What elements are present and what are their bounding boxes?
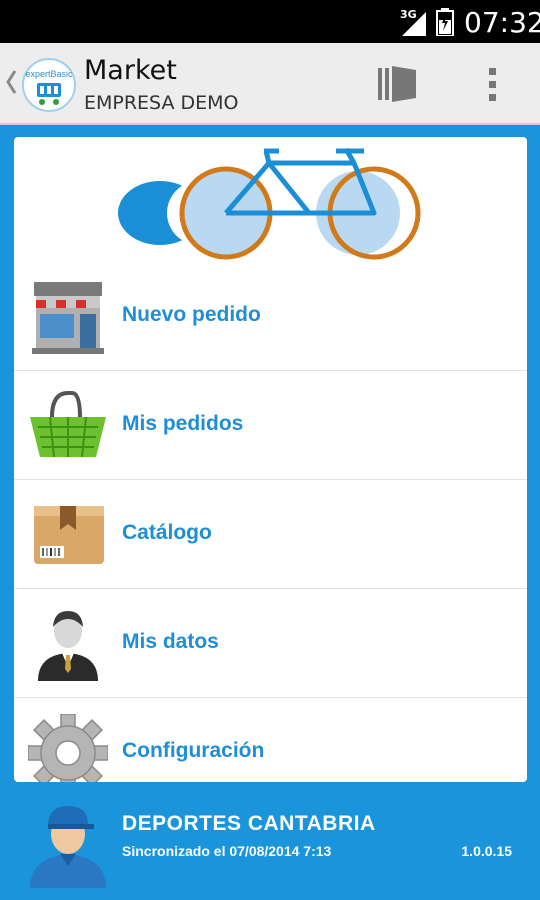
gear-icon bbox=[28, 714, 108, 782]
menu-item-label: Catálogo bbox=[122, 521, 212, 544]
box-icon bbox=[34, 506, 104, 564]
app-version: 1.0.0.15 bbox=[461, 843, 512, 859]
user-suit-icon bbox=[38, 611, 98, 681]
sync-status: Sincronizado el 07/08/2014 7:13 bbox=[122, 843, 332, 859]
company-name: DEPORTES CANTABRIA bbox=[122, 812, 376, 835]
clock: 07:32 bbox=[464, 6, 540, 39]
menu-item-label: Configuración bbox=[122, 739, 265, 762]
network-type: 3G bbox=[400, 8, 417, 21]
storefront-icon bbox=[32, 282, 104, 354]
app-title: Market bbox=[84, 55, 177, 86]
bicycle-banner-icon bbox=[118, 147, 421, 260]
panel-toggle-icon bbox=[378, 66, 416, 102]
user-footer: DEPORTES CANTABRIA Sincronizado el 07/08… bbox=[0, 782, 540, 900]
menu-item-catalogo[interactable]: Catálogo bbox=[14, 480, 527, 589]
overflow-menu-button[interactable] bbox=[476, 59, 508, 109]
status-bar: 3G 07:32 bbox=[0, 0, 540, 43]
app-logo-icon[interactable]: expertBasic bbox=[20, 57, 78, 113]
panel-toggle-button[interactable] bbox=[370, 59, 424, 109]
user-avatar-icon bbox=[30, 806, 106, 888]
menu-item-label: Mis datos bbox=[122, 630, 219, 653]
menu-list: Nuevo pedido Mis pedidos Catálogo Mis da… bbox=[14, 262, 527, 782]
menu-item-nuevo-pedido[interactable]: Nuevo pedido bbox=[14, 262, 527, 371]
basket-icon bbox=[30, 391, 106, 458]
menu-item-mis-pedidos[interactable]: Mis pedidos bbox=[14, 371, 527, 480]
menu-item-label: Mis pedidos bbox=[122, 412, 244, 435]
back-chevron-icon[interactable] bbox=[4, 67, 18, 97]
battery-icon bbox=[436, 8, 454, 36]
overflow-menu-icon bbox=[489, 68, 496, 101]
menu-item-label: Nuevo pedido bbox=[122, 303, 261, 326]
menu-item-configuracion[interactable]: Configuración bbox=[14, 698, 527, 782]
logo-text: expertBasic bbox=[25, 69, 73, 79]
action-bar: expertBasic Market EMPRESA DEMO bbox=[0, 43, 540, 125]
company-subtitle: EMPRESA DEMO bbox=[84, 92, 239, 114]
main-menu-card: Nuevo pedido Mis pedidos Catálogo Mis da… bbox=[14, 137, 527, 782]
menu-item-mis-datos[interactable]: Mis datos bbox=[14, 589, 527, 698]
